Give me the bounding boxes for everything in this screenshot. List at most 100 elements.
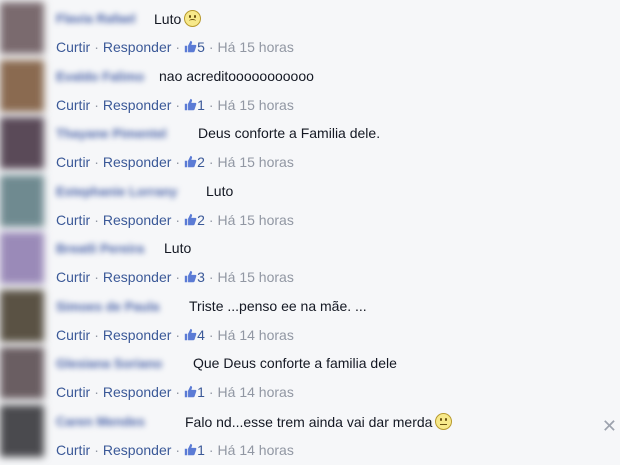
separator: · bbox=[94, 211, 99, 228]
comment-item: Caren Mendes Falo nd...esse trem ainda v… bbox=[0, 404, 620, 462]
comment-text: Luto bbox=[154, 10, 202, 27]
thumbs-up-icon bbox=[184, 155, 197, 168]
commenter-name[interactable]: Glesiana Soriano bbox=[56, 356, 162, 371]
comment-actions: Curtir · Responder · 4 · Há 14 horas bbox=[56, 327, 294, 343]
like-link[interactable]: Curtir bbox=[56, 154, 90, 170]
meh-face-icon bbox=[435, 412, 453, 430]
timestamp[interactable]: Há 15 horas bbox=[218, 39, 294, 55]
like-link[interactable]: Curtir bbox=[56, 327, 90, 343]
separator: · bbox=[94, 96, 99, 113]
separator: · bbox=[208, 96, 214, 113]
separator: · bbox=[208, 269, 214, 285]
avatar[interactable] bbox=[0, 289, 44, 342]
thumbs-up-icon bbox=[184, 98, 197, 110]
like-link[interactable]: Curtir bbox=[56, 442, 90, 458]
commenter-name[interactable]: Thayane Pimentel bbox=[56, 126, 167, 141]
comment-actions: Curtir · Responder · 5 · Há 15 horas bbox=[56, 39, 294, 55]
comment-text: Luto bbox=[206, 182, 234, 199]
comment-text: Luto bbox=[164, 240, 192, 256]
likes-count-button[interactable]: 2 bbox=[184, 154, 205, 170]
comment-text: Triste ...penso ee na mãe. ... bbox=[189, 297, 367, 314]
likes-count-button[interactable]: 1 bbox=[184, 97, 205, 113]
like-link[interactable]: Curtir bbox=[56, 212, 90, 228]
thumbs-up-icon bbox=[184, 270, 197, 283]
avatar[interactable] bbox=[0, 347, 44, 399]
reply-link[interactable]: Responder bbox=[103, 442, 172, 458]
thumbs-up-icon bbox=[184, 443, 197, 455]
timestamp[interactable]: Há 15 horas bbox=[218, 269, 294, 285]
likes-count-button[interactable]: 1 bbox=[184, 442, 205, 458]
comment-item: Thayane Pimentel Deus conforte a Familia… bbox=[0, 117, 620, 174]
avatar[interactable] bbox=[0, 404, 44, 457]
commenter-name[interactable]: Caren Mendes bbox=[56, 414, 145, 429]
reply-link[interactable]: Responder bbox=[103, 384, 172, 400]
separator: · bbox=[208, 384, 214, 400]
comment-text: Falo nd...esse trem ainda vai dar merda bbox=[185, 412, 453, 430]
avatar[interactable] bbox=[0, 117, 44, 169]
likes-count-button[interactable]: 5 bbox=[184, 39, 205, 55]
separator: · bbox=[175, 384, 181, 400]
thumbs-up-icon bbox=[184, 40, 197, 53]
separator: · bbox=[94, 154, 99, 170]
like-link[interactable]: Curtir bbox=[56, 384, 90, 400]
reply-link[interactable]: Responder bbox=[103, 39, 172, 55]
separator: · bbox=[175, 269, 181, 285]
timestamp[interactable]: Há 15 horas bbox=[218, 212, 294, 228]
reply-link[interactable]: Responder bbox=[103, 212, 172, 228]
likes-count-button[interactable]: 1 bbox=[184, 384, 205, 400]
commenter-name[interactable]: Evaldo Falimo bbox=[56, 69, 144, 84]
reply-link[interactable]: Responder bbox=[103, 97, 172, 113]
avatar[interactable] bbox=[0, 232, 44, 284]
comment-item: Flavia Rafael Luto Curtir · Responder · 5 · Há… bbox=[0, 2, 620, 59]
comment-actions: Curtir · Responder · 1 · Há 14 horas bbox=[56, 384, 294, 400]
likes-count: 2 bbox=[197, 211, 205, 228]
likes-count-button[interactable]: 3 bbox=[184, 269, 205, 285]
likes-count-button[interactable]: 2 bbox=[184, 212, 205, 228]
commenter-name[interactable]: Breatli Pereira bbox=[56, 241, 144, 256]
timestamp[interactable]: Há 14 horas bbox=[218, 442, 294, 458]
comment-text: Deus conforte a Familia dele. bbox=[198, 125, 381, 141]
close-icon[interactable]: ✕ bbox=[602, 416, 617, 437]
reply-link[interactable]: Responder bbox=[103, 269, 172, 285]
commenter-name[interactable]: Flavia Rafael bbox=[56, 11, 136, 26]
separator: · bbox=[175, 39, 181, 55]
reply-link[interactable]: Responder bbox=[103, 154, 172, 170]
avatar[interactable] bbox=[0, 59, 44, 112]
comment-item: Simoes de Paula Triste ...penso ee na mã… bbox=[0, 289, 620, 347]
timestamp[interactable]: Há 14 horas bbox=[218, 327, 294, 343]
likes-count: 2 bbox=[197, 154, 205, 170]
avatar[interactable] bbox=[0, 2, 44, 54]
likes-count: 1 bbox=[197, 384, 205, 400]
commenter-name[interactable]: Estephanie Lorrany bbox=[56, 184, 177, 199]
reply-link[interactable]: Responder bbox=[103, 327, 172, 343]
thumbs-up-icon bbox=[184, 385, 197, 398]
separator: · bbox=[175, 441, 181, 458]
likes-count-button[interactable]: 4 bbox=[184, 327, 205, 343]
separator: · bbox=[175, 154, 181, 170]
separator: · bbox=[94, 384, 99, 400]
separator: · bbox=[94, 39, 99, 55]
comment-text: Que Deus conforte a familia dele bbox=[193, 355, 397, 371]
separator: · bbox=[175, 211, 181, 228]
likes-count: 3 bbox=[197, 269, 205, 285]
timestamp[interactable]: Há 15 horas bbox=[218, 97, 294, 113]
likes-count: 4 bbox=[197, 326, 205, 343]
avatar[interactable] bbox=[0, 174, 44, 227]
like-link[interactable]: Curtir bbox=[56, 269, 90, 285]
likes-count: 1 bbox=[197, 96, 205, 113]
separator: · bbox=[94, 326, 99, 343]
thumbs-up-icon bbox=[184, 328, 197, 340]
like-link[interactable]: Curtir bbox=[56, 97, 90, 113]
comment-item: Evaldo Falimo nao acreditooooooooooo Cur… bbox=[0, 59, 620, 117]
separator: · bbox=[175, 96, 181, 113]
timestamp[interactable]: Há 14 horas bbox=[218, 384, 294, 400]
like-link[interactable]: Curtir bbox=[56, 39, 90, 55]
timestamp[interactable]: Há 15 horas bbox=[218, 154, 294, 170]
separator: · bbox=[94, 269, 99, 285]
comment-item: Breatli Pereira Luto Curtir · Responder · 3 ·… bbox=[0, 232, 620, 289]
separator: · bbox=[94, 441, 99, 458]
comment-actions: Curtir · Responder · 2 · Há 15 horas bbox=[56, 212, 294, 228]
commenter-name[interactable]: Simoes de Paula bbox=[56, 299, 159, 314]
likes-count: 1 bbox=[197, 441, 205, 458]
separator: · bbox=[208, 211, 214, 228]
